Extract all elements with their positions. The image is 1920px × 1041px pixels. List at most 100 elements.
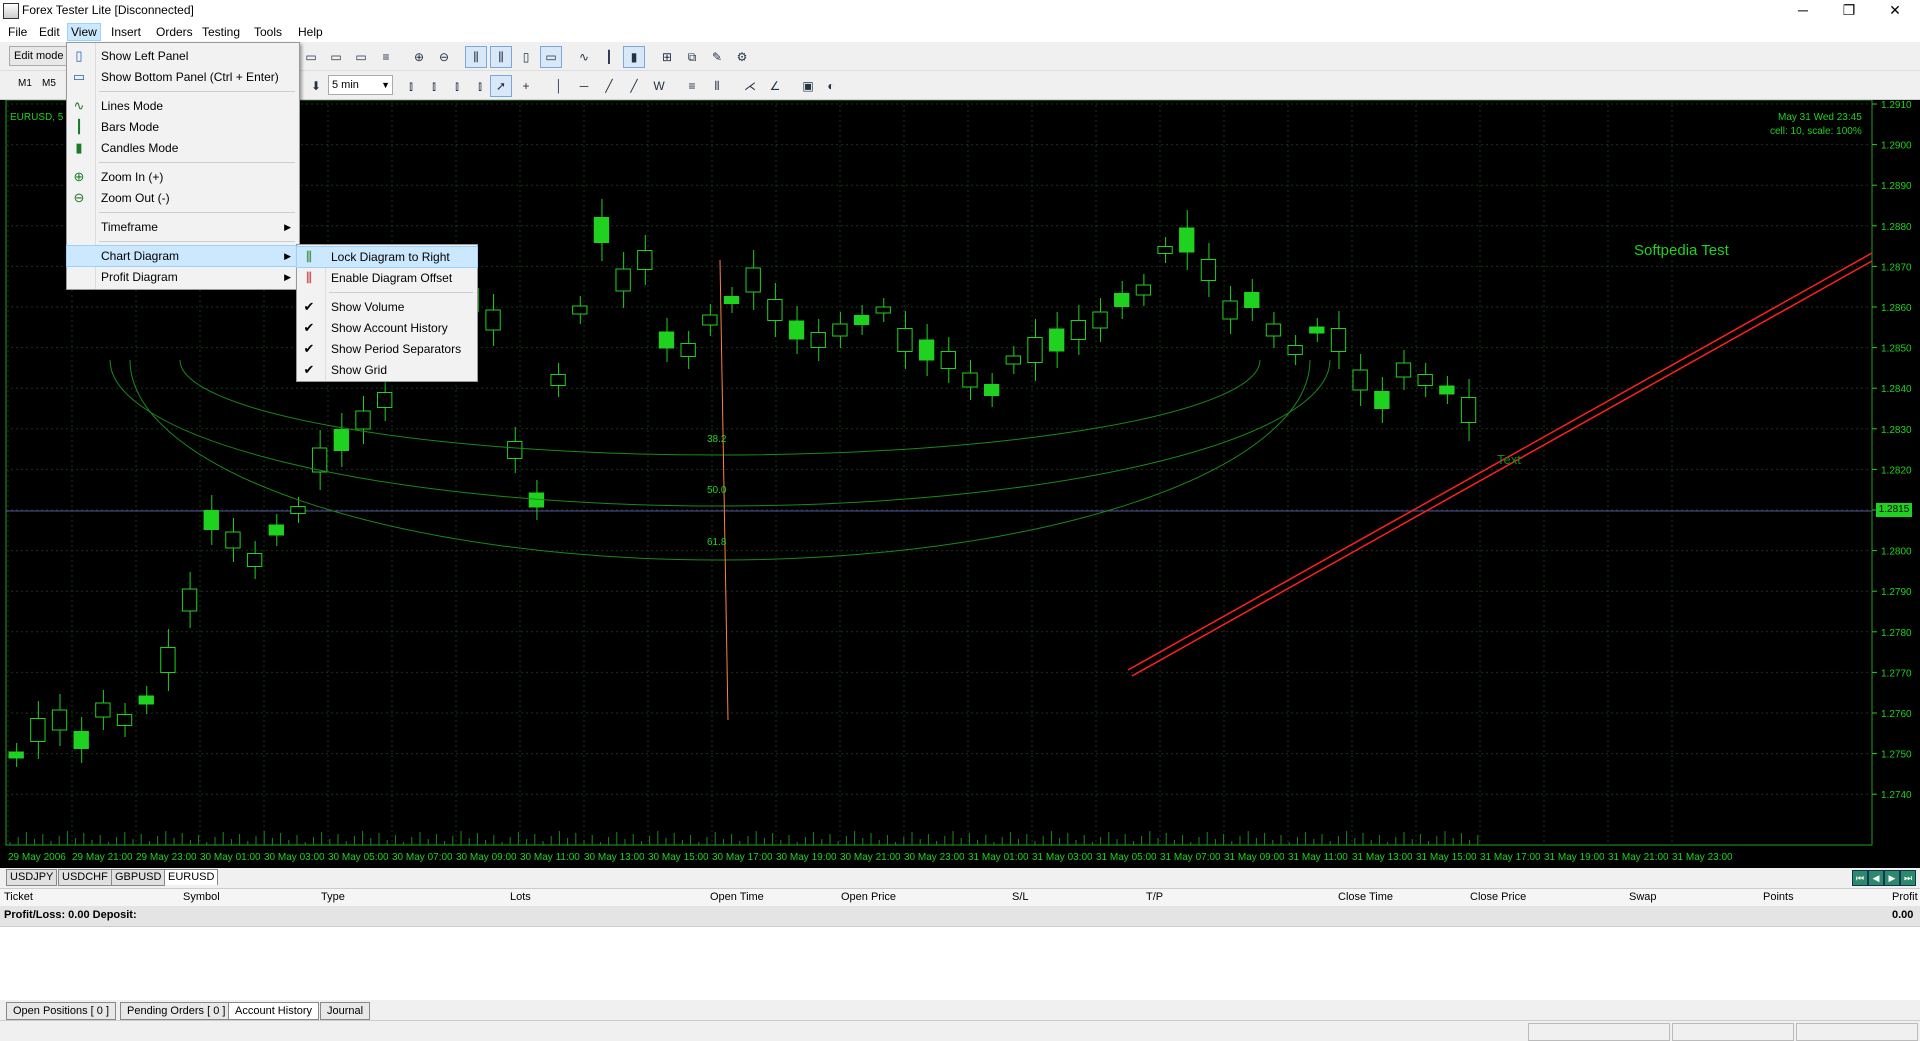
period-1-icon[interactable]: ⫾ — [400, 75, 422, 97]
minimize-button[interactable]: ─ — [1780, 0, 1826, 22]
tab-gbpusd[interactable]: GBPUSD — [111, 869, 166, 886]
zoom-out-icon[interactable]: ⊖ — [433, 46, 455, 68]
candles-mode-icon[interactable]: ▮ — [623, 46, 645, 68]
tab-journal[interactable]: Journal — [320, 1002, 371, 1020]
chart-shift-icon[interactable]: ⫼ — [490, 46, 512, 68]
period-2-icon[interactable]: ⫾ — [423, 75, 445, 97]
menu-edit[interactable]: Edit — [36, 24, 63, 40]
save-icon[interactable]: ▭ — [350, 46, 372, 68]
tab-account-history[interactable]: Account History — [228, 1002, 320, 1020]
menu-testing[interactable]: Testing — [199, 24, 243, 40]
maximize-button[interactable]: ❐ — [1826, 0, 1872, 22]
menu-item-show-account-history[interactable]: ✔ Show Account History — [297, 318, 477, 338]
first-tab-icon[interactable]: ⏮ — [1852, 870, 1868, 886]
trend-line-icon[interactable]: ╱ — [598, 75, 620, 97]
menu-orders[interactable]: Orders — [153, 24, 196, 40]
menu-item-zoom-in[interactable]: ⊕ Zoom In (+) — [67, 167, 299, 187]
next-tab-icon[interactable]: ▶ — [1884, 870, 1900, 886]
vertical-line-icon[interactable]: │ — [548, 75, 570, 97]
tab-usdjpy[interactable]: USDJPY — [6, 869, 58, 886]
menu-item-show-volume[interactable]: ✔ Show Volume — [297, 297, 477, 317]
col-close-time[interactable]: Close Time — [1338, 891, 1393, 903]
fibo-levels-icon[interactable]: ≡ — [681, 75, 703, 97]
wave-icon[interactable]: W — [648, 75, 670, 97]
col-open-time[interactable]: Open Time — [710, 891, 764, 903]
col-ticket[interactable]: Ticket — [4, 891, 33, 903]
menu-item-show-period-separators[interactable]: ✔ Show Period Separators — [297, 339, 477, 359]
candle-body — [1200, 259, 1217, 281]
bars-mode-icon[interactable]: ┃ — [598, 46, 620, 68]
tab-pending-orders[interactable]: Pending Orders [ 0 ] — [120, 1002, 233, 1020]
left-panel-icon[interactable]: ▯ — [515, 46, 537, 68]
menu-item-lines-mode[interactable]: ∿ Lines Mode — [67, 96, 299, 116]
period-4-icon[interactable]: ⫾ — [469, 75, 491, 97]
tab-open-positions[interactable]: Open Positions [ 0 ] — [6, 1002, 116, 1020]
chart-text-object[interactable]: Text — [1497, 452, 1521, 467]
menu-item-candles-mode[interactable]: ▮ Candles Mode — [67, 138, 299, 158]
horizontal-line-icon[interactable]: ─ — [573, 75, 595, 97]
col-lots[interactable]: Lots — [510, 891, 531, 903]
close-button[interactable]: ✕ — [1872, 0, 1918, 22]
col-sl[interactable]: S/L — [1012, 891, 1029, 903]
timeframe-m5[interactable]: M5 — [42, 78, 56, 89]
cursor-icon[interactable]: ➚ — [490, 75, 512, 97]
menu-tools[interactable]: Tools — [251, 24, 285, 40]
chart-scroll-icon[interactable]: ⫼ — [465, 46, 487, 68]
orders-table-body[interactable] — [0, 927, 1920, 1000]
col-open-price[interactable]: Open Price — [841, 891, 896, 903]
timeframe-m1[interactable]: M1 — [18, 78, 32, 89]
col-points[interactable]: Points — [1763, 891, 1794, 903]
edit-mode-button[interactable]: Edit mode — [9, 46, 69, 66]
price-label: 1.2870 — [1881, 262, 1912, 273]
tab-eurusd[interactable]: EURUSD — [164, 869, 219, 885]
menu-item-show-grid[interactable]: ✔ Show Grid — [297, 360, 477, 380]
angle-icon[interactable]: ∠ — [764, 75, 786, 97]
menu-item-bars-mode[interactable]: ┃ Bars Mode — [67, 117, 299, 137]
add-chart-icon[interactable]: ⊞ — [656, 46, 678, 68]
col-tp[interactable]: T/P — [1146, 891, 1163, 903]
settings-icon[interactable]: ⚙ — [731, 46, 753, 68]
period-3-icon[interactable]: ⫾ — [446, 75, 468, 97]
menu-file[interactable]: File — [5, 24, 30, 40]
tab-usdchf[interactable]: USDCHF — [58, 869, 112, 886]
zoom-in-icon[interactable]: ⊕ — [408, 46, 430, 68]
menu-item-show-bottom-panel[interactable]: ▭ Show Bottom Panel (Ctrl + Enter) — [67, 67, 299, 87]
col-profit[interactable]: Profit — [1892, 891, 1918, 903]
menu-item-label: Show Bottom Panel (Ctrl + Enter) — [101, 70, 279, 84]
col-symbol[interactable]: Symbol — [183, 891, 220, 903]
menu-item-profit-diagram[interactable]: Profit Diagram ▶ — [67, 267, 299, 287]
col-close-price[interactable]: Close Price — [1470, 891, 1526, 903]
color-palette-icon[interactable]: ▣ — [797, 75, 819, 97]
time-label: 31 May 21:00 — [1608, 852, 1669, 863]
ray-icon[interactable]: ╱ — [623, 75, 645, 97]
chart-text-annotation[interactable]: Softpedia Test — [1634, 242, 1729, 259]
menu-insert[interactable]: Insert — [108, 24, 144, 40]
bottom-panel-icon[interactable]: ▭ — [540, 46, 562, 68]
menu-item-show-left-panel[interactable]: ▯ Show Left Panel — [67, 46, 299, 66]
fibo-time-icon[interactable]: ⦀ — [706, 75, 728, 97]
menu-view[interactable]: View — [67, 23, 101, 41]
lines-mode-icon[interactable]: ∿ — [573, 46, 595, 68]
menu-item-timeframe[interactable]: Timeframe ▶ — [67, 217, 299, 237]
properties-icon[interactable]: ≡ — [375, 46, 397, 68]
open-file-icon[interactable]: ▭ — [325, 46, 347, 68]
time-label: 31 May 19:00 — [1544, 852, 1605, 863]
menu-item-chart-diagram[interactable]: Chart Diagram ▶ — [66, 245, 300, 267]
col-swap[interactable]: Swap — [1629, 891, 1657, 903]
crosshair-icon[interactable]: + — [515, 75, 537, 97]
templates-icon[interactable]: ⧉ — [681, 46, 703, 68]
fibo-fan-icon[interactable]: ⋌ — [739, 75, 761, 97]
menu-item-zoom-out[interactable]: ⊖ Zoom Out (-) — [67, 188, 299, 208]
chart-color-icon[interactable]: ◐ — [820, 75, 842, 97]
marker-icon[interactable]: ⬇ — [305, 75, 327, 97]
menu-item-enable-diagram-offset[interactable]: ⫼ Enable Diagram Offset — [297, 268, 477, 288]
col-type[interactable]: Type — [321, 891, 345, 903]
prev-tab-icon[interactable]: ◀ — [1868, 870, 1884, 886]
menu-help[interactable]: Help — [295, 24, 326, 40]
brush-icon[interactable]: ✎ — [706, 46, 728, 68]
time-label: 31 May 09:00 — [1224, 852, 1285, 863]
new-file-icon[interactable]: ▭ — [300, 46, 322, 68]
timeframe-select[interactable]: 5 min ▼ — [328, 75, 393, 95]
last-tab-icon[interactable]: ⏭ — [1900, 870, 1916, 886]
menu-item-lock-diagram-right[interactable]: ⫼ Lock Diagram to Right — [296, 246, 478, 268]
